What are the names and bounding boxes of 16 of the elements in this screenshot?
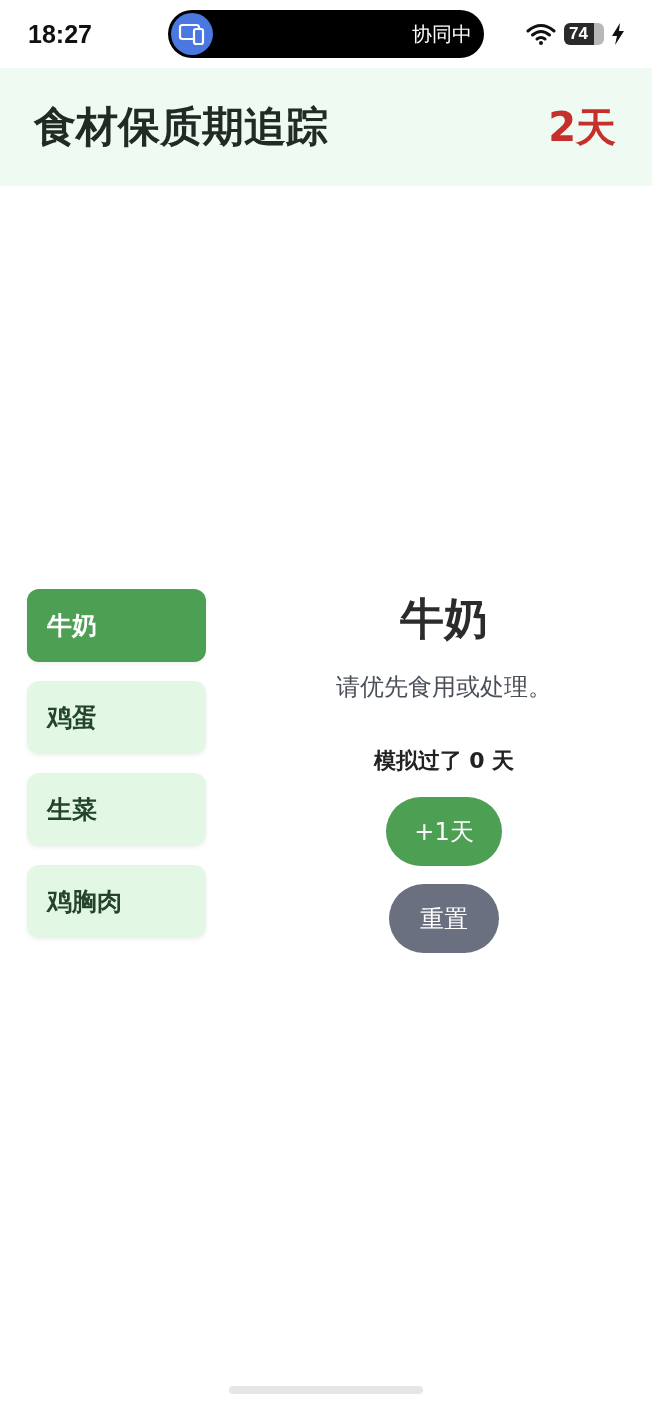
devices-icon xyxy=(170,12,214,56)
home-indicator[interactable] xyxy=(229,1386,423,1394)
app-title: 食材保质期追踪 xyxy=(34,101,328,153)
charging-bolt-icon xyxy=(612,23,624,45)
reset-button[interactable]: 重置 xyxy=(389,884,499,953)
island-label: 协同中 xyxy=(412,20,472,48)
battery-indicator: 74 xyxy=(564,23,604,45)
days-left: 2天 xyxy=(548,102,616,152)
food-item[interactable]: 生菜 xyxy=(27,773,206,846)
food-name: 牛奶 xyxy=(400,593,488,645)
simulated-days: 模拟过了 0 天 xyxy=(373,747,515,775)
food-item[interactable]: 鸡蛋 xyxy=(27,681,206,754)
wifi-icon xyxy=(526,22,556,46)
food-advice: 请优先食用或处理。 xyxy=(336,672,552,703)
status-time: 18:27 xyxy=(28,19,93,49)
food-item[interactable]: 鸡胸肉 xyxy=(27,865,206,938)
